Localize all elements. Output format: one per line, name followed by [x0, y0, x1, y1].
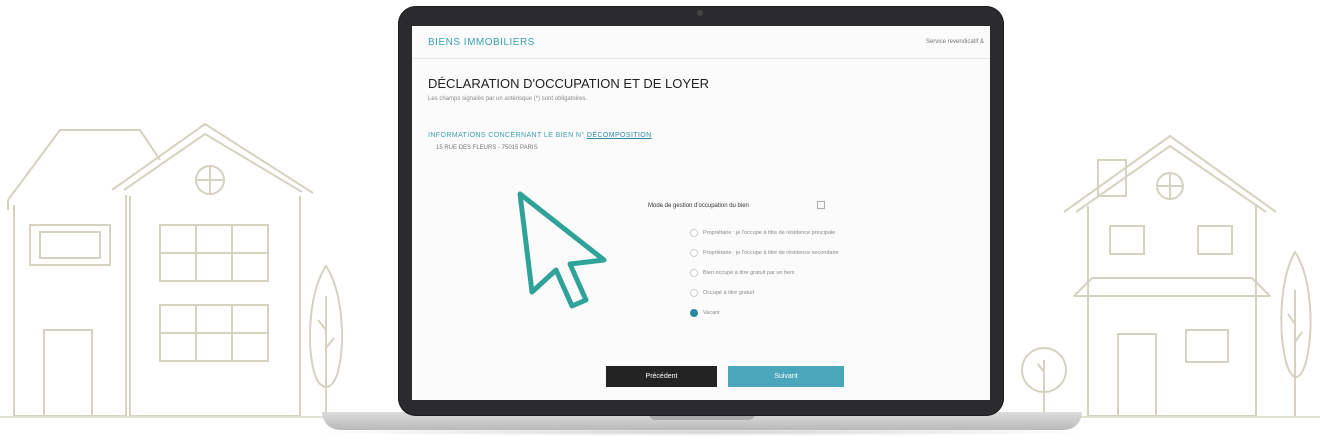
option-label: Bien occupé à titre gratuit par un tiers: [703, 270, 795, 276]
option-row[interactable]: Bien occupé à titre gratuit par un tiers: [690, 269, 794, 277]
page-title: DÉCLARATION D'OCCUPATION ET DE LOYER: [428, 76, 710, 91]
left-house-large: [111, 122, 314, 417]
radio-button-checked[interactable]: [690, 309, 698, 317]
section-heading-link[interactable]: DÉCOMPOSITION: [587, 132, 652, 139]
laptop-screen: BIENS IMMOBILIERS Service revendicatif &…: [412, 26, 990, 400]
previous-button[interactable]: Précédent: [606, 366, 717, 387]
page-subtitle: Les champs signalés par un astérisque (*…: [428, 96, 588, 102]
laptop-bezel: BIENS IMMOBILIERS Service revendicatif &…: [398, 6, 1004, 416]
radio-button[interactable]: [690, 229, 698, 237]
section-heading: INFORMATIONS CONCERNANT LE BIEN N° DÉCOM…: [428, 132, 652, 139]
question-label: Mode de gestion d'occupation du bien: [648, 203, 749, 209]
nav-link[interactable]: Service revendicatif &: [926, 39, 984, 45]
info-icon[interactable]: [816, 201, 826, 211]
option-label: Vacant: [703, 310, 720, 316]
camera-icon: [697, 10, 703, 16]
option-label: Propriétaire : je l'occupe à titre de ré…: [703, 250, 839, 256]
right-tree-small: [1021, 347, 1067, 416]
left-tree: [309, 264, 343, 416]
illustration-scene: BIENS IMMOBILIERS Service revendicatif &…: [0, 0, 1320, 446]
option-label: Occupé à titre gratuit: [703, 290, 755, 296]
option-row[interactable]: Propriétaire : je l'occupe à titre de ré…: [690, 229, 835, 237]
left-houses-illustration: [7, 122, 343, 417]
top-bar: BIENS IMMOBILIERS Service revendicatif &: [412, 26, 990, 59]
option-row[interactable]: Vacant: [690, 309, 720, 317]
radio-button[interactable]: [690, 289, 698, 297]
radio-button[interactable]: [690, 249, 698, 257]
brand-logo[interactable]: BIENS IMMOBILIERS: [428, 37, 535, 48]
right-tree-tall: [1280, 250, 1312, 416]
option-row[interactable]: Propriétaire : je l'occupe à titre de ré…: [690, 249, 839, 257]
radio-button[interactable]: [690, 269, 698, 277]
right-house: [1063, 134, 1277, 417]
option-label: Propriétaire : je l'occupe à titre de ré…: [703, 230, 836, 236]
section-heading-text: INFORMATIONS CONCERNANT LE BIEN N°: [428, 132, 585, 139]
option-row[interactable]: Occupé à titre gratuit: [690, 289, 754, 297]
right-house-illustration: [1021, 134, 1312, 417]
cursor-icon: [517, 191, 607, 309]
next-button[interactable]: Suivant: [728, 366, 844, 387]
property-address: 15 RUE DES FLEURS - 75015 PARIS: [436, 145, 538, 151]
